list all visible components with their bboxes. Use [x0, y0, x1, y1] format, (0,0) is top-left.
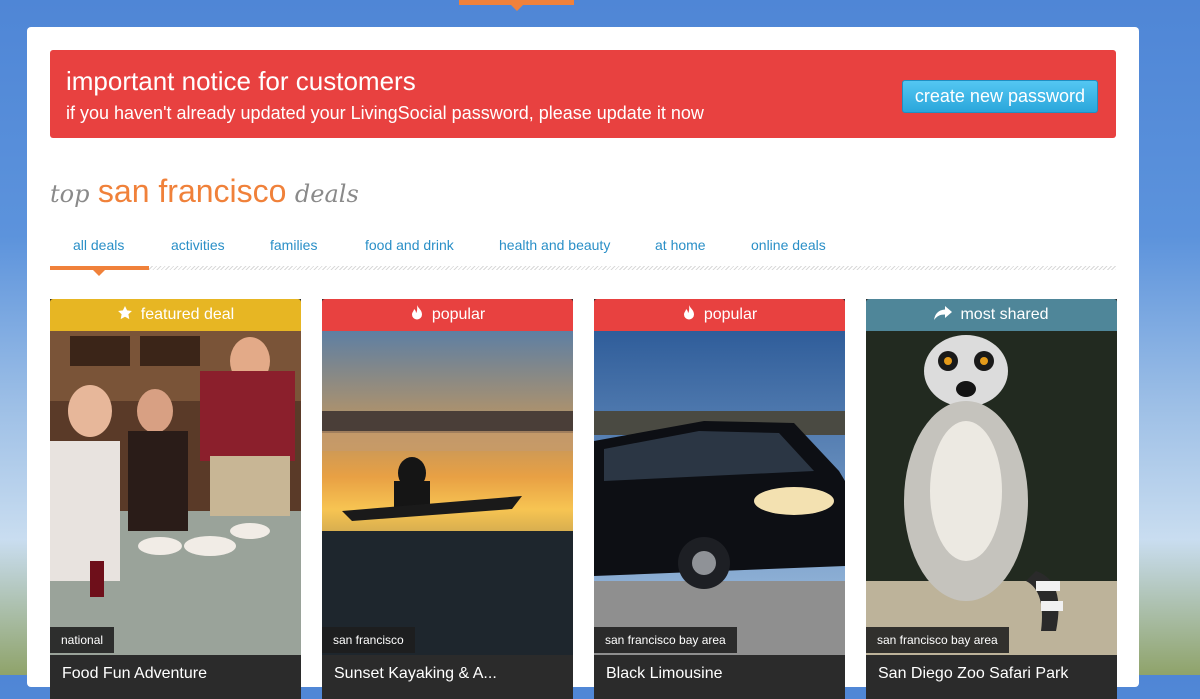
banner-label: popular [431, 306, 486, 323]
page-title-suffix: deals [294, 180, 359, 208]
banner-label: popular [703, 306, 758, 323]
most-shared-banner: most shared [866, 299, 1117, 331]
page-title-prefix: top [50, 180, 90, 208]
tab-divider [50, 266, 1116, 270]
location-tag: national [50, 627, 115, 653]
flame-icon [410, 304, 424, 326]
tab-families[interactable]: families [270, 237, 317, 253]
customer-notice-banner: important notice for customers if you ha… [50, 50, 1116, 138]
tab-activities[interactable]: activities [171, 237, 225, 253]
banner-label: featured deal [140, 306, 235, 323]
deal-title[interactable]: Sunset Kayaking & A... [334, 665, 497, 683]
popular-banner: popular [322, 299, 573, 331]
page-title: top san francisco deals [50, 173, 359, 210]
tab-online-deals[interactable]: online deals [751, 237, 826, 253]
active-tab-arrow [93, 270, 105, 276]
deal-title[interactable]: Food Fun Adventure [62, 665, 207, 683]
main-panel: important notice for customers if you ha… [27, 27, 1139, 699]
location-tag: san francisco bay area [866, 627, 1009, 653]
deal-card[interactable]: popular san francisco bay area Black Lim… [594, 299, 845, 699]
deal-photo-limousine[interactable] [594, 331, 845, 655]
notice-title: important notice for customers [66, 66, 416, 96]
deal-title[interactable]: Black Limousine [606, 665, 723, 683]
top-nav-tab-arrow [511, 5, 523, 11]
tab-at-home[interactable]: at home [655, 237, 706, 253]
city-selector[interactable]: san francisco [98, 173, 287, 209]
notice-body: if you haven't already updated your Livi… [66, 103, 704, 123]
deal-card[interactable]: most shared san francisco bay area San D… [866, 299, 1117, 699]
popular-banner: popular [594, 299, 845, 331]
share-arrow-icon [934, 305, 953, 325]
tab-health-and-beauty[interactable]: health and beauty [499, 237, 610, 253]
flame-icon [682, 304, 696, 326]
deal-card[interactable]: featured deal national Food Fun Adventur… [50, 299, 301, 699]
location-tag: san francisco [322, 627, 415, 653]
deal-photo-lemur[interactable] [866, 331, 1117, 655]
deal-card[interactable]: popular san francisco Sunset Kayaking & … [322, 299, 573, 699]
location-tag: san francisco bay area [594, 627, 737, 653]
deal-photo-kayak[interactable] [322, 331, 573, 655]
category-tabs: all deals activities families food and d… [50, 237, 1116, 267]
tab-all-deals[interactable]: all deals [73, 237, 124, 253]
tab-food-and-drink[interactable]: food and drink [365, 237, 454, 253]
banner-label: most shared [960, 306, 1049, 323]
create-new-password-button[interactable]: create new password [901, 80, 1098, 113]
star-icon [117, 305, 133, 326]
deal-photo-restaurant[interactable] [50, 331, 301, 655]
featured-deal-banner: featured deal [50, 299, 301, 331]
deal-title[interactable]: San Diego Zoo Safari Park [878, 665, 1068, 683]
